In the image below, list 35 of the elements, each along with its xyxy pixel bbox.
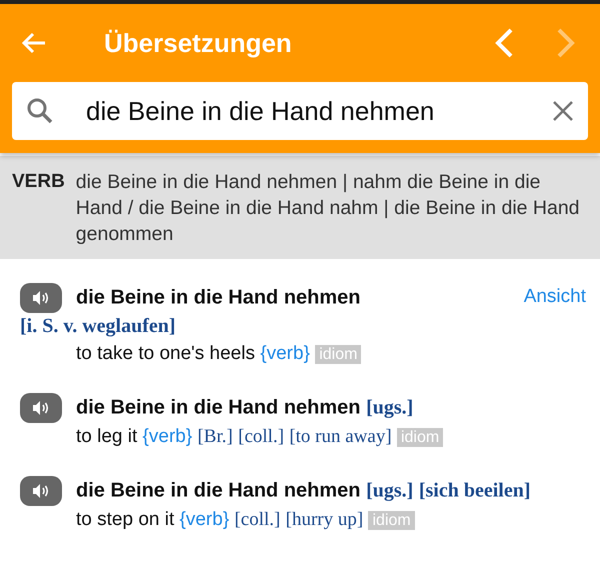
usage-note: [i. S. v. weglaufen] xyxy=(20,315,176,337)
headword: die Beine in die Hand nehmen xyxy=(76,479,360,502)
search-field[interactable]: die Beine in die Hand nehmen xyxy=(12,82,588,140)
usage-note: [to run away] xyxy=(289,426,392,447)
usage-note: [ugs.] xyxy=(366,396,414,418)
speaker-icon xyxy=(32,290,50,306)
usage-note: [ugs.] xyxy=(366,479,414,502)
view-link[interactable]: Ansicht xyxy=(524,283,586,310)
clear-icon[interactable] xyxy=(552,100,574,122)
translation: to leg it xyxy=(76,426,138,447)
chevron-left-icon xyxy=(493,27,515,59)
search-icon xyxy=(26,97,54,125)
usage-note: [coll.] xyxy=(238,426,284,447)
inflection-forms: die Beine in die Hand nehmen | nahm die Beine in die Hand / die Beine in die Hand nahm | die Beine in die Hand genommen xyxy=(76,170,580,247)
audio-button[interactable] xyxy=(20,393,62,423)
word-class: {verb} xyxy=(142,426,192,447)
usage-note: [Br.] xyxy=(197,426,233,447)
usage-note: [hurry up] xyxy=(286,509,364,530)
chevron-right-icon xyxy=(555,27,577,59)
translation: to step on it xyxy=(76,509,174,530)
search-input[interactable]: die Beine in die Hand nehmen xyxy=(84,94,522,128)
word-class: {verb} xyxy=(180,509,230,530)
screen-title: Übersetzungen xyxy=(104,28,293,58)
audio-button[interactable] xyxy=(20,283,62,313)
back-arrow-icon xyxy=(21,31,47,55)
translation: to take to one's heels xyxy=(76,343,255,364)
headword: die Beine in die Hand nehmen xyxy=(76,396,360,418)
word-class: {verb} xyxy=(260,343,310,364)
speaker-icon xyxy=(32,483,50,499)
headword: die Beine in die Hand nehmen xyxy=(76,286,360,308)
part-of-speech-label: VERB xyxy=(12,170,65,194)
speaker-icon xyxy=(32,400,50,416)
usage-note: [sich beeilen] xyxy=(418,479,531,502)
audio-button[interactable] xyxy=(20,476,62,506)
usage-note: [coll.] xyxy=(234,509,280,530)
